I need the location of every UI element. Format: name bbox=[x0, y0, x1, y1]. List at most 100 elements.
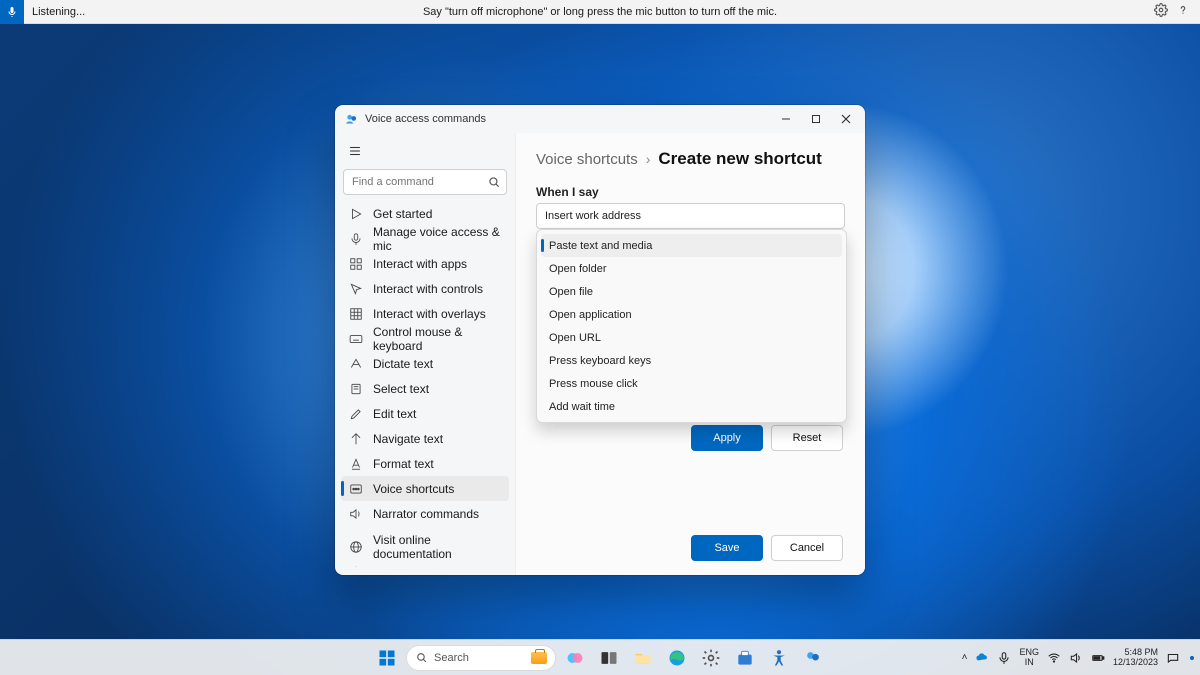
reset-button[interactable]: Reset bbox=[771, 425, 843, 451]
download-icon bbox=[349, 565, 363, 568]
format-icon bbox=[349, 457, 363, 471]
wifi-icon[interactable] bbox=[1047, 651, 1061, 665]
globe-icon bbox=[349, 540, 363, 554]
battery-icon[interactable] bbox=[1091, 651, 1105, 665]
voice-access-commands-window: Voice access commands Get started bbox=[335, 105, 865, 575]
narrator-icon bbox=[349, 507, 363, 521]
accessibility-button[interactable] bbox=[764, 643, 794, 673]
action-item-open-file[interactable]: Open file bbox=[541, 280, 842, 303]
settings-button[interactable] bbox=[696, 643, 726, 673]
shortcut-icon bbox=[349, 482, 363, 496]
navigate-icon bbox=[349, 432, 363, 446]
store-button[interactable] bbox=[730, 643, 760, 673]
action-item-mouse[interactable]: Press mouse click bbox=[541, 372, 842, 395]
action-item-open-folder[interactable]: Open folder bbox=[541, 257, 842, 280]
breadcrumb: Voice shortcuts › Create new shortcut bbox=[536, 149, 845, 169]
action-label: Add wait time bbox=[549, 401, 615, 413]
sidebar-item-label: Download local copy bbox=[373, 565, 483, 568]
sidebar-item-label: Edit text bbox=[373, 407, 416, 421]
clock[interactable]: 5:48 PM 12/13/2023 bbox=[1113, 648, 1158, 667]
sidebar-item-manage-mic[interactable]: Manage voice access & mic bbox=[341, 226, 509, 251]
when-i-say-input[interactable] bbox=[536, 203, 845, 229]
minimize-button[interactable] bbox=[771, 105, 801, 133]
action-label: Open application bbox=[549, 309, 632, 321]
sidebar-item-dictate[interactable]: Dictate text bbox=[341, 351, 509, 376]
action-item-keyboard[interactable]: Press keyboard keys bbox=[541, 349, 842, 372]
action-dropdown[interactable]: Paste text and media Open folder Open fi… bbox=[536, 229, 847, 423]
sidebar-item-voice-shortcuts[interactable]: Voice shortcuts bbox=[341, 476, 509, 501]
sidebar-item-get-started[interactable]: Get started bbox=[341, 201, 509, 226]
mic-icon bbox=[6, 6, 18, 18]
action-item-wait[interactable]: Add wait time bbox=[541, 395, 842, 418]
sidebar-item-select-text[interactable]: Select text bbox=[341, 376, 509, 401]
sidebar-item-docs[interactable]: Visit online documentation bbox=[341, 534, 509, 559]
tray-overflow-icon[interactable]: ˄ bbox=[962, 652, 968, 663]
taskbar[interactable]: Search ˄ ENG I bbox=[0, 639, 1200, 675]
notification-dot bbox=[1190, 656, 1194, 660]
settings-icon[interactable] bbox=[1154, 3, 1168, 20]
apps-icon bbox=[349, 257, 363, 271]
sidebar-item-interact-overlays[interactable]: Interact with overlays bbox=[341, 301, 509, 326]
action-label: Open folder bbox=[549, 263, 606, 275]
dictate-icon bbox=[349, 357, 363, 371]
sidebar-item-mouse-keyboard[interactable]: Control mouse & keyboard bbox=[341, 326, 509, 351]
voice-access-app-button[interactable] bbox=[798, 643, 828, 673]
action-label: Open file bbox=[549, 286, 593, 298]
action-item-open-url[interactable]: Open URL bbox=[541, 326, 842, 349]
keyboard-icon bbox=[349, 332, 363, 346]
search-icon bbox=[415, 651, 428, 664]
when-i-say-label: When I say bbox=[536, 185, 845, 199]
breadcrumb-parent[interactable]: Voice shortcuts bbox=[536, 151, 638, 168]
sidebar-item-interact-apps[interactable]: Interact with apps bbox=[341, 251, 509, 276]
search-icon bbox=[487, 175, 501, 189]
action-item-paste[interactable]: Paste text and media bbox=[541, 234, 842, 257]
app-icon bbox=[345, 112, 359, 126]
cursor-icon bbox=[349, 282, 363, 296]
sidebar-item-format-text[interactable]: Format text bbox=[341, 451, 509, 476]
sidebar-item-edit-text[interactable]: Edit text bbox=[341, 401, 509, 426]
select-icon bbox=[349, 382, 363, 396]
sidebar-item-label: Select text bbox=[373, 382, 429, 396]
close-button[interactable] bbox=[831, 105, 861, 133]
sidebar: Get started Manage voice access & mic In… bbox=[335, 133, 515, 575]
maximize-button[interactable] bbox=[801, 105, 831, 133]
sidebar-item-label: Narrator commands bbox=[373, 507, 479, 521]
breadcrumb-current: Create new shortcut bbox=[658, 149, 821, 169]
sidebar-item-label: Control mouse & keyboard bbox=[373, 325, 501, 353]
system-tray[interactable]: ˄ ENG IN 5:48 PM 12/13/2023 bbox=[962, 648, 1194, 667]
cancel-button[interactable]: Cancel bbox=[771, 535, 843, 561]
help-icon[interactable] bbox=[1176, 3, 1190, 20]
sidebar-item-label: Interact with apps bbox=[373, 257, 467, 271]
edge-button[interactable] bbox=[662, 643, 692, 673]
action-label: Paste text and media bbox=[549, 240, 652, 252]
apply-button[interactable]: Apply bbox=[691, 425, 763, 451]
save-button[interactable]: Save bbox=[691, 535, 763, 561]
sidebar-item-label: Get started bbox=[373, 207, 432, 221]
taskbar-search-placeholder: Search bbox=[434, 652, 469, 664]
main-pane: Voice shortcuts › Create new shortcut Wh… bbox=[515, 133, 865, 575]
language-indicator[interactable]: ENG IN bbox=[1019, 648, 1039, 667]
hamburger-button[interactable] bbox=[343, 139, 367, 163]
sidebar-item-narrator[interactable]: Narrator commands bbox=[341, 501, 509, 526]
explorer-button[interactable] bbox=[628, 643, 658, 673]
voice-status: Listening... bbox=[32, 6, 85, 18]
window-title: Voice access commands bbox=[365, 113, 486, 125]
taskbar-search[interactable]: Search bbox=[406, 645, 556, 671]
sidebar-search[interactable] bbox=[343, 169, 507, 195]
task-view-button[interactable] bbox=[594, 643, 624, 673]
mic-button[interactable] bbox=[0, 0, 24, 24]
onedrive-icon[interactable] bbox=[975, 651, 989, 665]
notifications-icon[interactable] bbox=[1166, 651, 1180, 665]
play-icon bbox=[349, 207, 363, 221]
mic-tray-icon[interactable] bbox=[997, 651, 1011, 665]
sidebar-item-navigate-text[interactable]: Navigate text bbox=[341, 426, 509, 451]
sidebar-item-label: Dictate text bbox=[373, 357, 433, 371]
search-input[interactable] bbox=[343, 169, 507, 195]
start-button[interactable] bbox=[372, 643, 402, 673]
copilot-button[interactable] bbox=[560, 643, 590, 673]
action-item-open-app[interactable]: Open application bbox=[541, 303, 842, 326]
titlebar[interactable]: Voice access commands bbox=[335, 105, 865, 133]
sidebar-item-label: Interact with overlays bbox=[373, 307, 486, 321]
sound-icon[interactable] bbox=[1069, 651, 1083, 665]
sidebar-item-interact-controls[interactable]: Interact with controls bbox=[341, 276, 509, 301]
